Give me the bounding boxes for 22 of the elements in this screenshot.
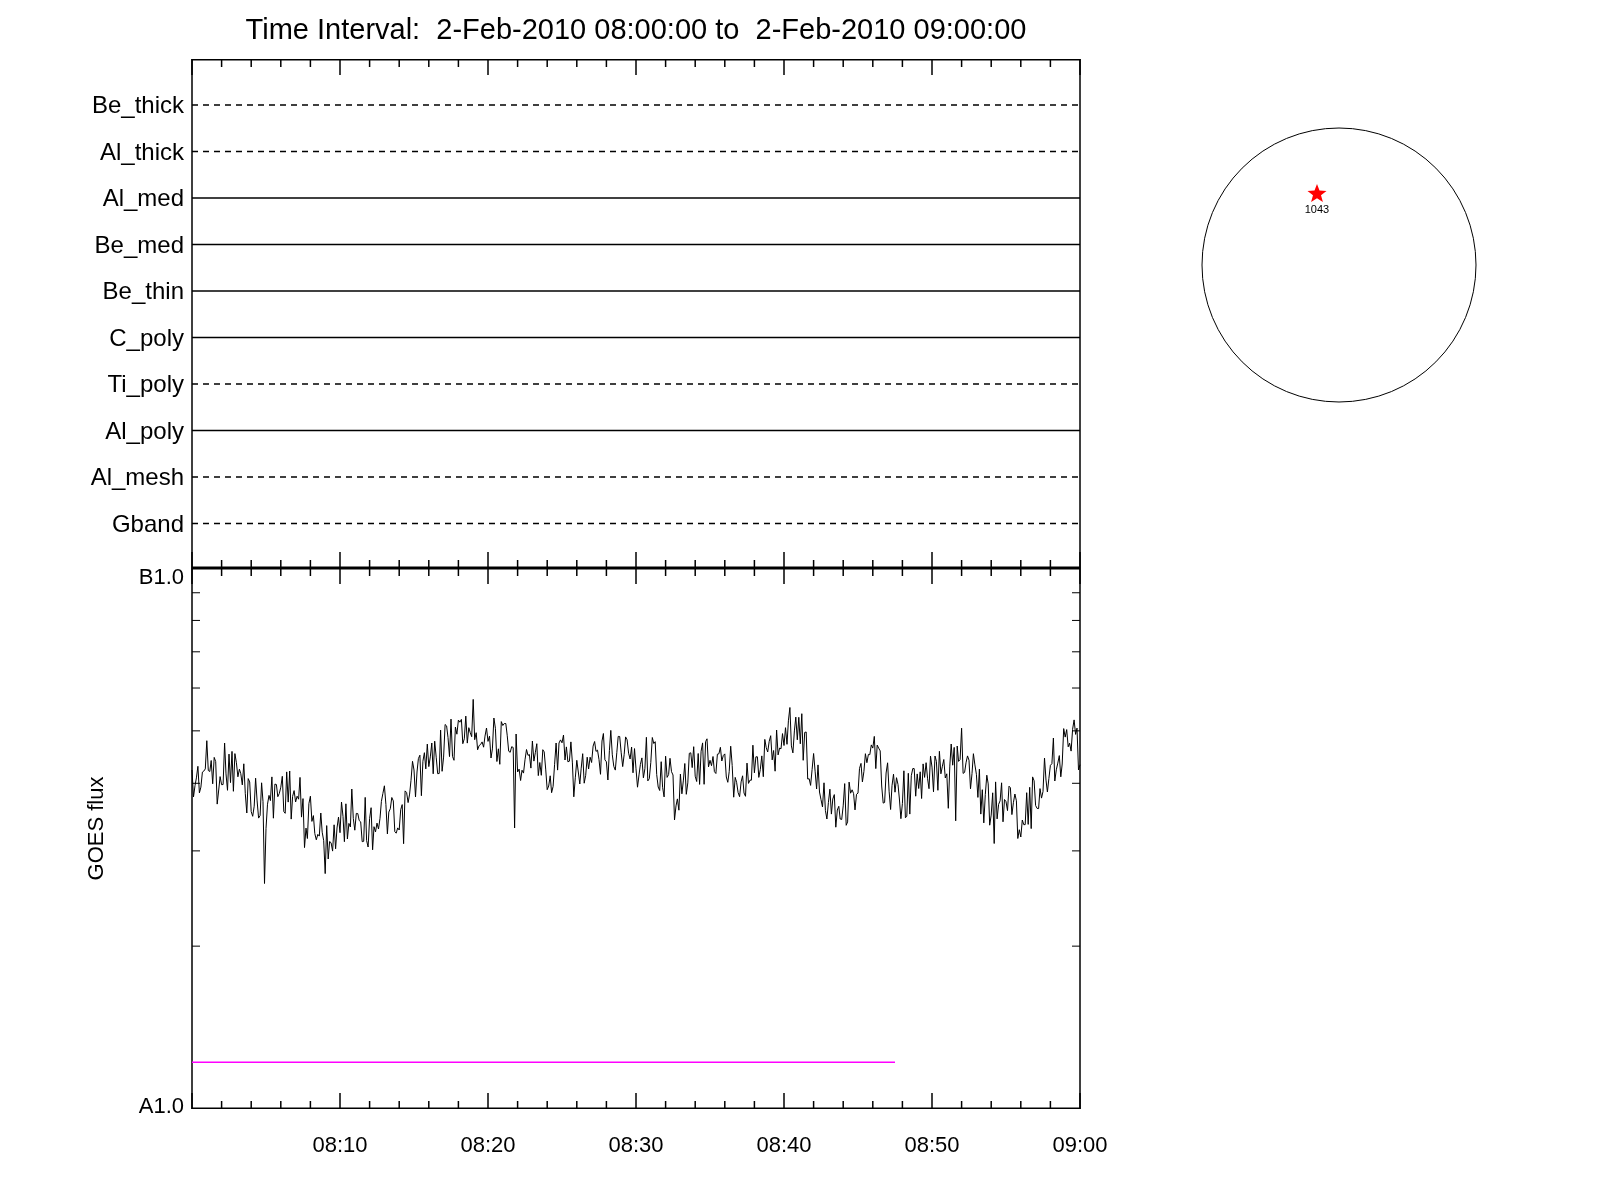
filter-label: Al_poly [105, 416, 184, 444]
filter-label: Ti_poly [107, 370, 184, 397]
filter-label: Be_thin [102, 277, 184, 304]
filter-label: Be_thick [91, 91, 184, 118]
y-tick-label: B1.0 [138, 568, 184, 589]
marker-label: 1043 [1304, 203, 1330, 215]
x-tick-label: 08:20 [460, 1132, 516, 1157]
filter-label: Al_mesh [90, 463, 184, 490]
filter-label: C_poly [109, 323, 184, 351]
x-tick-label: 08:50 [904, 1132, 960, 1157]
y-tick-label: A1.0 [138, 1093, 184, 1118]
x-tick-label: 08:10 [312, 1132, 368, 1157]
filter-label: Al_med [102, 184, 184, 211]
y-axis-title: GOES flux [83, 776, 108, 881]
plot-title: Time Interval: 2-Feb-2010 08:00:00 to 2-Feb-2010 09:00:00 [244, 12, 1028, 47]
star-icon [1307, 184, 1327, 203]
x-tick-label: 08:40 [756, 1132, 812, 1157]
filter-label: Be_med [94, 230, 184, 258]
x-tick-label: 08:30 [608, 1132, 664, 1157]
filter-label: Al_thick [99, 137, 184, 165]
x-tick-label: 09:00 [1052, 1132, 1108, 1157]
filter-label: Gband [111, 509, 184, 537]
